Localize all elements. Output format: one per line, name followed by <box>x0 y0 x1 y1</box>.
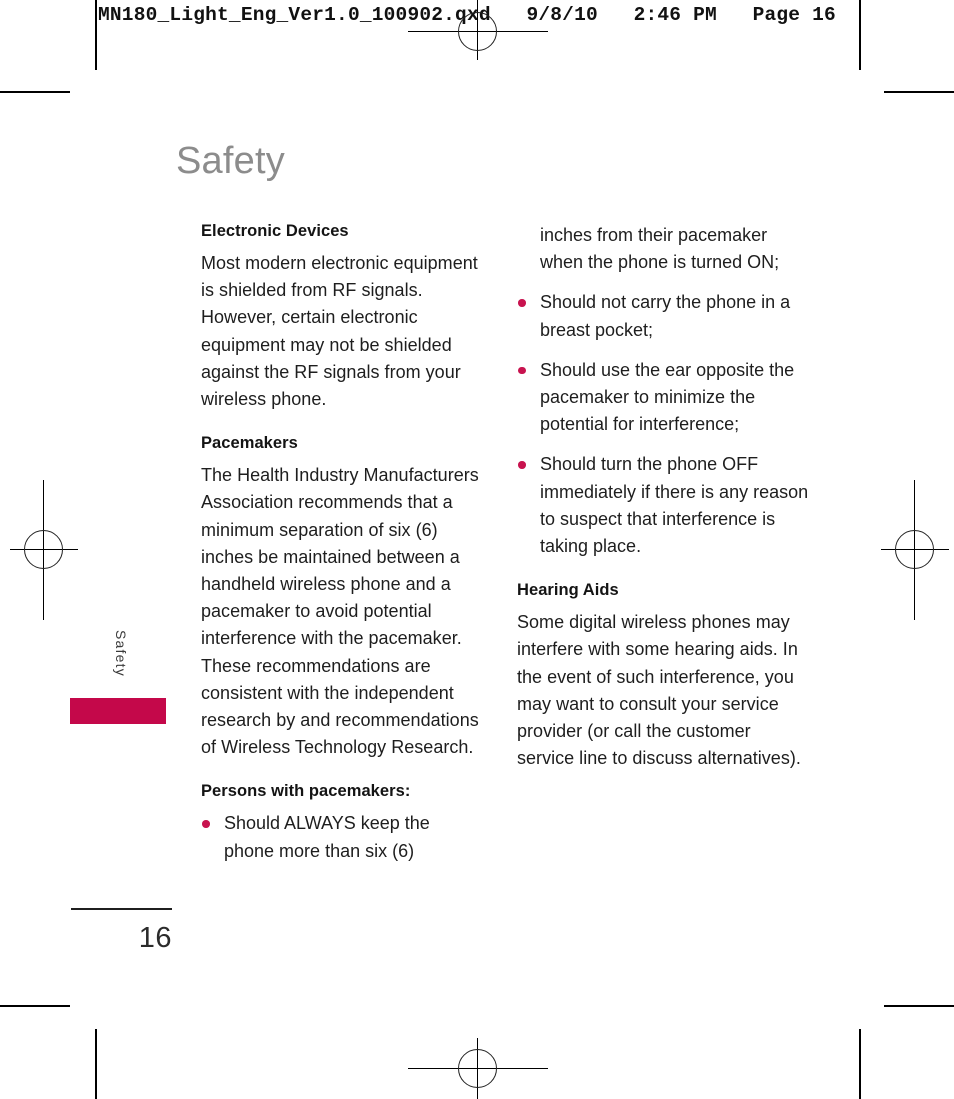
crop-mark-bottom-left-vertical <box>95 1029 97 1099</box>
list-item-continuation-text: inches from their pacemaker when the pho… <box>540 225 780 273</box>
section-heading-electronic-devices: Electronic Devices <box>201 222 349 240</box>
crop-mark-bottom-left-horizontal <box>0 1005 70 1007</box>
list-item: Should turn the phone OFF immediately if… <box>517 451 809 560</box>
page-title: Safety <box>176 140 285 182</box>
crop-mark-top-right-vertical <box>859 0 861 70</box>
section-paragraph-hearing-aids: Some digital wireless phones may interfe… <box>517 612 801 769</box>
registration-mark-top <box>408 0 548 60</box>
side-tab-marker <box>70 698 166 724</box>
registration-mark-bottom <box>408 1038 548 1099</box>
registration-mark-left <box>10 480 78 620</box>
pacemaker-precautions-list-right: Should not carry the phone in a breast p… <box>517 289 809 560</box>
bullet-dot-icon <box>202 820 210 828</box>
page-number: 16 <box>138 922 172 954</box>
pacemaker-precautions-list-left: Should ALWAYS keep the phone more than s… <box>201 810 483 864</box>
section-heading-persons-with-pacemakers: Persons with pacemakers: <box>201 782 411 801</box>
registration-mark-right <box>881 480 949 620</box>
list-item: Should use the ear opposite the pacemake… <box>517 357 809 439</box>
folio-rule <box>71 908 172 910</box>
list-item-text: Should not carry the phone in a breast p… <box>540 292 791 340</box>
bullet-dot-icon <box>518 461 526 469</box>
crop-mark-top-left-vertical <box>95 0 97 70</box>
crop-mark-top-right-horizontal <box>884 91 954 93</box>
section-heading-pacemakers: Pacemakers <box>201 434 298 453</box>
section-paragraph-pacemakers: The Health Industry Manufacturers Associ… <box>201 465 479 758</box>
crop-mark-bottom-right-horizontal <box>884 1005 954 1007</box>
crop-mark-bottom-right-vertical <box>859 1029 861 1099</box>
list-item-text: Should ALWAYS keep the phone more than s… <box>224 813 430 861</box>
bullet-dot-icon <box>518 299 526 307</box>
section-paragraph-electronic-devices: Most modern electronic equipment is shie… <box>201 253 478 410</box>
list-item: Should not carry the phone in a breast p… <box>517 289 809 343</box>
bullet-dot-icon <box>518 366 526 375</box>
content-column-left: Electronic Devices Most modern electroni… <box>201 222 483 865</box>
list-item-text: Should use the ear opposite the pacemake… <box>540 359 795 435</box>
content-column-right: inches from their pacemaker when the pho… <box>517 222 809 772</box>
list-item: Should ALWAYS keep the phone more than s… <box>201 810 483 864</box>
section-heading-hearing-aids: Hearing Aids <box>517 581 619 600</box>
crop-mark-top-left-horizontal <box>0 91 70 93</box>
list-item-text: Should turn the phone OFF immediately if… <box>540 454 809 557</box>
side-tab-label: Safety <box>113 630 129 677</box>
